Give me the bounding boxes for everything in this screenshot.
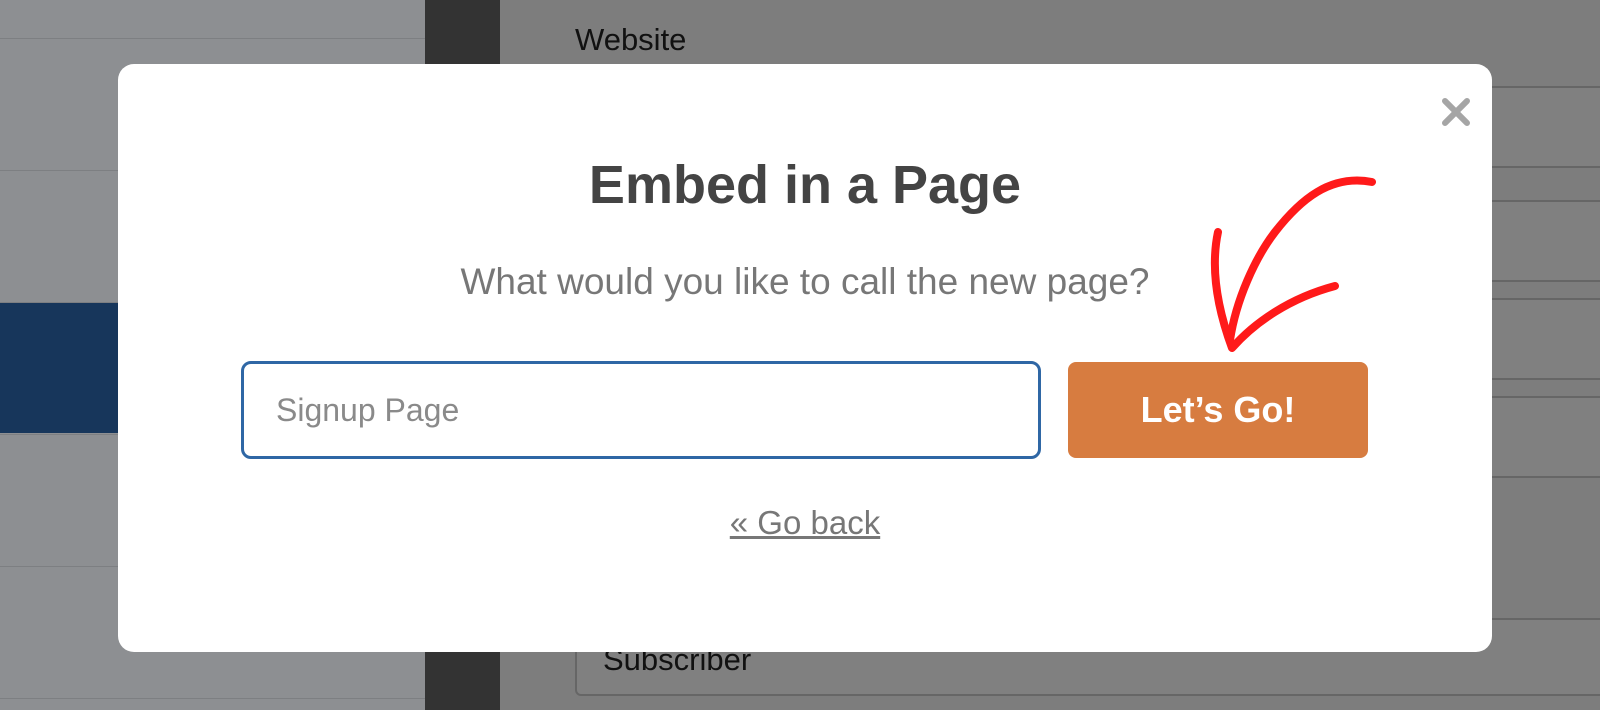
modal-title: Embed in a Page (588, 155, 1022, 215)
lets-go-button[interactable]: Let’s Go! (1068, 362, 1368, 458)
divider (0, 698, 425, 699)
background-active-item (0, 303, 120, 433)
page-name-input[interactable] (241, 361, 1041, 459)
close-icon (1442, 98, 1470, 126)
go-back-link[interactable]: « Go back (118, 504, 1492, 542)
app-window: Website Subscriber Embed in a Page What … (0, 0, 1600, 710)
divider (0, 38, 425, 39)
close-button[interactable] (1438, 94, 1474, 130)
modal-question: What would you like to call the new page… (460, 261, 1150, 302)
embed-modal: Embed in a Page What would you like to c… (118, 64, 1492, 652)
background-website-label: Website (575, 22, 687, 57)
